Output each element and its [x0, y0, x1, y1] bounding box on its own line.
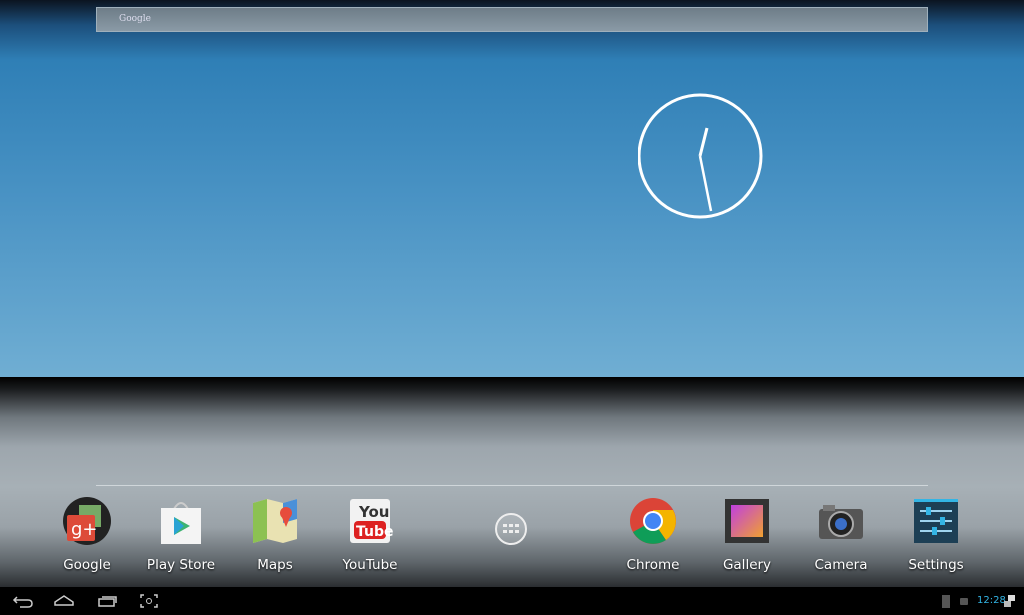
battery-icon — [960, 598, 968, 605]
google-search-bar[interactable]: Google — [96, 7, 928, 32]
svg-text:g+: g+ — [71, 519, 98, 540]
dock-divider — [96, 485, 928, 486]
all-apps-button[interactable] — [466, 497, 556, 549]
back-button-icon[interactable] — [12, 593, 34, 609]
youtube-icon: You Tube — [350, 499, 394, 543]
network-icon — [1004, 595, 1015, 607]
settings-icon — [914, 499, 958, 543]
gallery-icon — [725, 499, 769, 543]
app-chrome[interactable]: Chrome — [608, 497, 698, 573]
app-youtube[interactable]: You Tube You Tube — [325, 497, 415, 573]
app-google[interactable]: g+ Google — [42, 497, 132, 573]
app-gallery[interactable]: Gallery — [702, 497, 792, 573]
app-camera[interactable]: Camera — [796, 497, 886, 573]
app-settings[interactable]: Settings — [891, 497, 981, 573]
screenshot-button-icon[interactable] — [139, 593, 161, 609]
minute-hand — [698, 155, 713, 212]
svg-text:Tube: Tube — [356, 524, 394, 540]
play-store-icon — [161, 502, 201, 544]
status-time[interactable]: 12:28 — [977, 595, 1006, 606]
camera-icon — [819, 505, 863, 539]
search-placeholder: Google — [119, 14, 151, 24]
usb-icon — [942, 595, 950, 608]
wallpaper — [0, 0, 1024, 377]
maps-icon — [253, 499, 297, 543]
all-apps-icon — [495, 513, 527, 545]
recent-apps-button-icon[interactable] — [97, 593, 119, 609]
hour-hand — [698, 127, 709, 157]
google-plus-icon: g+ — [63, 497, 111, 545]
svg-text:You: You — [358, 503, 389, 521]
app-maps[interactable]: Maps — [230, 497, 320, 573]
navigation-bar: 12:28 — [0, 587, 1024, 615]
app-play-store[interactable]: Play Store — [136, 497, 226, 573]
chrome-icon — [630, 498, 676, 544]
home-button-icon[interactable] — [53, 593, 75, 609]
analog-clock-widget[interactable] — [638, 90, 764, 224]
